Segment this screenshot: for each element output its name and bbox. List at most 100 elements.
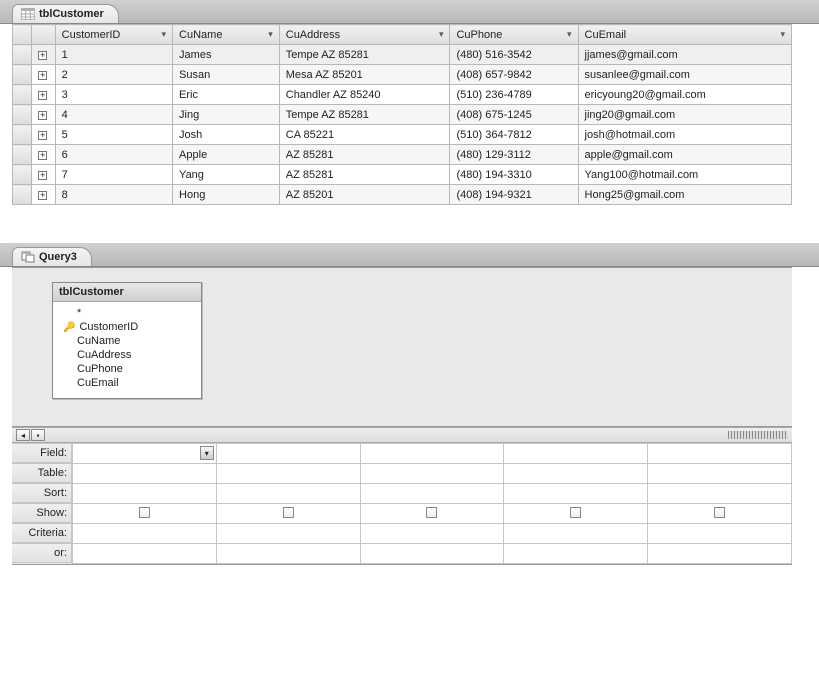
fieldlist-item[interactable]: CuAddress: [63, 348, 195, 362]
cell-cuemail[interactable]: Yang100@hotmail.com: [578, 165, 791, 185]
cell-cuaddress[interactable]: Mesa AZ 85201: [279, 65, 450, 85]
cell-cuemail[interactable]: susanlee@gmail.com: [578, 65, 791, 85]
row-selector[interactable]: [13, 165, 32, 185]
cell-cuphone[interactable]: (480) 194-3310: [450, 165, 578, 185]
expand-button[interactable]: +: [32, 165, 55, 185]
row-selector[interactable]: [13, 185, 32, 205]
row-selector[interactable]: [13, 145, 32, 165]
dropdown-icon[interactable]: ▾: [200, 446, 214, 460]
cell-customerid[interactable]: 3: [55, 85, 172, 105]
table-row[interactable]: +3EricChandler AZ 85240(510) 236-4789eri…: [13, 85, 792, 105]
cell-cuaddress[interactable]: AZ 85201: [279, 185, 450, 205]
row-selector[interactable]: [13, 125, 32, 145]
cell-cuname[interactable]: Eric: [173, 85, 280, 105]
row-selector[interactable]: [13, 85, 32, 105]
table-row[interactable]: +1JamesTempe AZ 85281(480) 516-3542jjame…: [13, 45, 792, 65]
expand-button[interactable]: +: [32, 65, 55, 85]
qbe-row-table: [73, 464, 792, 484]
fieldlist-item[interactable]: CuPhone: [63, 362, 195, 376]
qbe-grid[interactable]: ▾: [72, 443, 792, 564]
show-checkbox[interactable]: [570, 507, 581, 518]
fieldlist-item[interactable]: CuEmail: [63, 376, 195, 390]
select-all-corner[interactable]: [13, 25, 32, 45]
show-checkbox[interactable]: [283, 507, 294, 518]
datasheet-grid[interactable]: CustomerID▾ CuName▾ CuAddress▾ CuPhone▾ …: [12, 24, 792, 205]
qbe-field-cell[interactable]: ▾: [73, 444, 217, 464]
table-row[interactable]: +5JoshCA 85221(510) 364-7812josh@hotmail…: [13, 125, 792, 145]
cell-customerid[interactable]: 4: [55, 105, 172, 125]
fieldlist-tblcustomer[interactable]: tblCustomer * 🔑CustomerIDCuNameCuAddress…: [52, 282, 202, 399]
table-row[interactable]: +2SusanMesa AZ 85201(408) 657-9842susanl…: [13, 65, 792, 85]
qbe-row-label: Field:: [12, 443, 72, 463]
cell-customerid[interactable]: 7: [55, 165, 172, 185]
cell-cuname[interactable]: James: [173, 45, 280, 65]
cell-cuname[interactable]: Yang: [173, 165, 280, 185]
tab-query3[interactable]: Query3: [12, 247, 92, 266]
tab-tblcustomer[interactable]: tblCustomer: [12, 4, 119, 23]
scroll-left-button[interactable]: ◂: [16, 429, 30, 441]
cell-cuemail[interactable]: jing20@gmail.com: [578, 105, 791, 125]
cell-cuphone[interactable]: (510) 364-7812: [450, 125, 578, 145]
splitter-grip-icon[interactable]: [728, 431, 788, 439]
dropdown-icon[interactable]: ▾: [268, 29, 273, 40]
cell-cuname[interactable]: Susan: [173, 65, 280, 85]
cell-cuaddress[interactable]: Chandler AZ 85240: [279, 85, 450, 105]
cell-cuname[interactable]: Apple: [173, 145, 280, 165]
table-row[interactable]: +4JingTempe AZ 85281(408) 675-1245jing20…: [13, 105, 792, 125]
cell-customerid[interactable]: 5: [55, 125, 172, 145]
cell-cuemail[interactable]: jjames@gmail.com: [578, 45, 791, 65]
expand-button[interactable]: +: [32, 185, 55, 205]
cell-cuaddress[interactable]: Tempe AZ 85281: [279, 105, 450, 125]
fieldlist-star[interactable]: *: [63, 306, 195, 320]
expand-button[interactable]: +: [32, 125, 55, 145]
cell-cuname[interactable]: Josh: [173, 125, 280, 145]
cell-cuname[interactable]: Hong: [173, 185, 280, 205]
cell-cuname[interactable]: Jing: [173, 105, 280, 125]
cell-cuphone[interactable]: (480) 129-3112: [450, 145, 578, 165]
column-header-cuemail[interactable]: CuEmail▾: [578, 25, 791, 45]
table-row[interactable]: +8HongAZ 85201(408) 194-9321Hong25@gmail…: [13, 185, 792, 205]
row-selector[interactable]: [13, 105, 32, 125]
dropdown-icon[interactable]: ▾: [162, 29, 167, 40]
expand-button[interactable]: +: [32, 145, 55, 165]
dropdown-icon[interactable]: ▾: [567, 29, 572, 40]
cell-cuemail[interactable]: josh@hotmail.com: [578, 125, 791, 145]
cell-cuaddress[interactable]: CA 85221: [279, 125, 450, 145]
cell-customerid[interactable]: 2: [55, 65, 172, 85]
dropdown-icon[interactable]: ▾: [439, 29, 444, 40]
show-checkbox[interactable]: [714, 507, 725, 518]
column-header-cuaddress[interactable]: CuAddress▾: [279, 25, 450, 45]
row-selector[interactable]: [13, 65, 32, 85]
row-selector[interactable]: [13, 45, 32, 65]
cell-cuphone[interactable]: (408) 194-9321: [450, 185, 578, 205]
fieldlist-item[interactable]: 🔑CustomerID: [63, 320, 195, 334]
cell-cuphone[interactable]: (408) 657-9842: [450, 65, 578, 85]
expand-button[interactable]: +: [32, 105, 55, 125]
expand-button[interactable]: +: [32, 45, 55, 65]
show-checkbox[interactable]: [139, 507, 150, 518]
cell-cuemail[interactable]: ericyoung20@gmail.com: [578, 85, 791, 105]
cell-cuemail[interactable]: Hong25@gmail.com: [578, 185, 791, 205]
cell-cuemail[interactable]: apple@gmail.com: [578, 145, 791, 165]
query-table-pane[interactable]: tblCustomer * 🔑CustomerIDCuNameCuAddress…: [12, 267, 792, 427]
cell-customerid[interactable]: 6: [55, 145, 172, 165]
column-header-cuname[interactable]: CuName▾: [173, 25, 280, 45]
expand-button[interactable]: +: [32, 85, 55, 105]
dropdown-icon[interactable]: ▾: [780, 29, 785, 40]
cell-cuphone[interactable]: (408) 675-1245: [450, 105, 578, 125]
cell-cuphone[interactable]: (510) 236-4789: [450, 85, 578, 105]
fieldlist-title[interactable]: tblCustomer: [53, 283, 201, 302]
pane-splitter[interactable]: ◂ ▪: [12, 427, 792, 443]
column-header-customerid[interactable]: CustomerID▾: [55, 25, 172, 45]
cell-cuaddress[interactable]: Tempe AZ 85281: [279, 45, 450, 65]
cell-cuaddress[interactable]: AZ 85281: [279, 165, 450, 185]
fieldlist-item[interactable]: CuName: [63, 334, 195, 348]
cell-customerid[interactable]: 8: [55, 185, 172, 205]
show-checkbox[interactable]: [426, 507, 437, 518]
cell-customerid[interactable]: 1: [55, 45, 172, 65]
column-header-cuphone[interactable]: CuPhone▾: [450, 25, 578, 45]
cell-cuphone[interactable]: (480) 516-3542: [450, 45, 578, 65]
table-row[interactable]: +6AppleAZ 85281(480) 129-3112apple@gmail…: [13, 145, 792, 165]
table-row[interactable]: +7YangAZ 85281(480) 194-3310Yang100@hotm…: [13, 165, 792, 185]
cell-cuaddress[interactable]: AZ 85281: [279, 145, 450, 165]
